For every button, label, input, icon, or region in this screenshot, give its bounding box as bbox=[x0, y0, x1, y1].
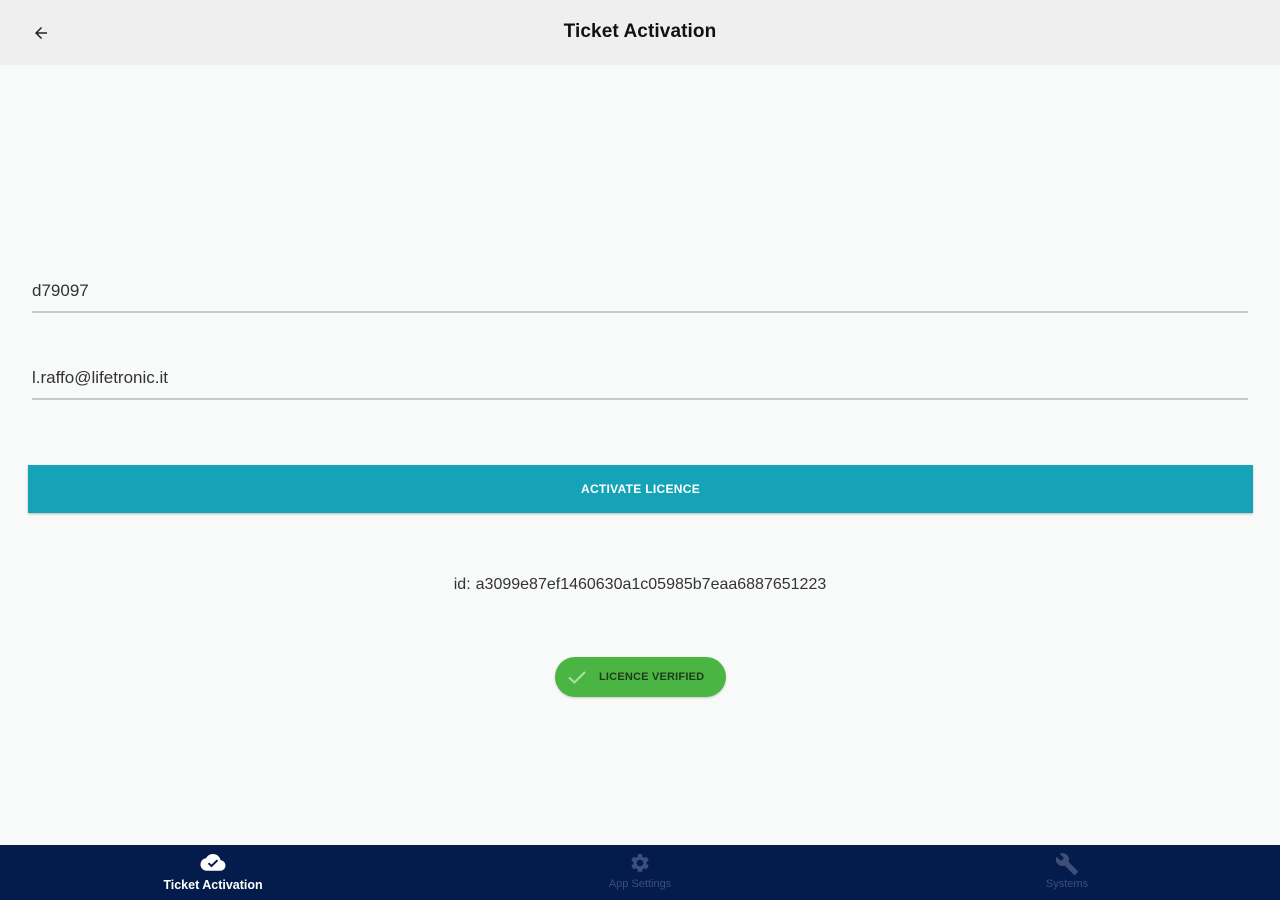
nav-label-app-settings: App Settings bbox=[608, 878, 672, 890]
licence-verified-badge: LICENCE VERIFIED bbox=[555, 657, 726, 697]
page-title: Ticket Activation bbox=[563, 21, 717, 42]
gear-icon bbox=[629, 852, 651, 874]
app-root: Ticket Activation ACTIVATE LICENCE id:a3… bbox=[0, 0, 1280, 900]
check-icon bbox=[567, 669, 587, 685]
activate-licence-button[interactable]: ACTIVATE LICENCE bbox=[28, 465, 1253, 513]
ticket-code-input[interactable] bbox=[32, 271, 1248, 313]
licence-verified-label: LICENCE VERIFIED bbox=[599, 671, 705, 683]
device-id-text: id: a3099e87ef1460630a1c05985b7eaa6887651… bbox=[0, 576, 1280, 594]
top-app-bar: Ticket Activation bbox=[0, 0, 1280, 65]
email-input[interactable] bbox=[32, 358, 1248, 400]
wrench-icon bbox=[1055, 852, 1079, 876]
nav-item-systems[interactable]: Systems bbox=[967, 845, 1167, 900]
device-id-value: a3099e87ef1460630a1c05985b7eaa6887651223 bbox=[475, 576, 827, 593]
device-id-prefix: id: bbox=[453, 576, 471, 593]
nav-label-ticket-activation: Ticket Activation bbox=[163, 878, 263, 892]
cloud-check-icon bbox=[200, 852, 226, 872]
nav-item-app-settings[interactable]: App Settings bbox=[540, 845, 740, 900]
nav-label-systems: Systems bbox=[1045, 878, 1089, 890]
nav-item-ticket-activation[interactable]: Ticket Activation bbox=[113, 845, 313, 900]
bottom-navigation: Ticket Activation App Settings Systems bbox=[0, 845, 1280, 900]
